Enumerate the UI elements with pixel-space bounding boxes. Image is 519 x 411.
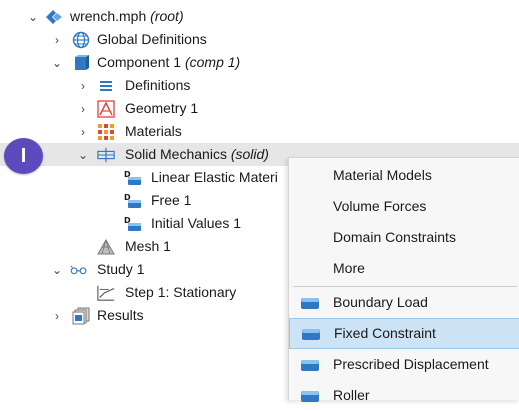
tree-label-step: Step 1: Stationary <box>125 284 237 300</box>
tree-label-global-definitions: Global Definitions <box>97 31 207 47</box>
menu-item-label: Volume Forces <box>333 198 427 214</box>
menu-item-more[interactable]: More <box>289 253 519 284</box>
tree-node-component[interactable]: ⌄ Component 1 (comp 1) <box>0 51 519 74</box>
chevron-down-icon[interactable]: ⌄ <box>50 51 64 74</box>
menu-item-fixed-constraint[interactable]: Fixed Constraint <box>289 318 519 349</box>
boundary-condition-icon <box>301 359 319 371</box>
menu-item-volume-forces[interactable]: Volume Forces <box>289 191 519 222</box>
tree-label-materials: Materials <box>125 123 182 139</box>
menu-item-label: Fixed Constraint <box>334 325 436 341</box>
menu-item-material-models[interactable]: Material Models <box>289 160 519 191</box>
tree-label-initial-values: Initial Values 1 <box>151 215 242 231</box>
chevron-down-icon[interactable]: ⌄ <box>26 5 40 28</box>
tree-node-global-definitions[interactable]: › Global Definitions <box>0 28 519 51</box>
menu-item-prescribed-displacement[interactable]: Prescribed Displacement <box>289 349 519 380</box>
geometry-icon <box>97 99 115 118</box>
boundary-condition-icon <box>301 297 319 309</box>
chevron-right-icon[interactable]: › <box>76 97 90 120</box>
tree-label-geometry: Geometry 1 <box>125 100 199 116</box>
tree-node-definitions[interactable]: › Definitions <box>0 74 519 97</box>
menu-item-label: More <box>333 260 365 276</box>
chevron-down-icon[interactable]: ⌄ <box>50 258 64 281</box>
domain-feature-icon: D <box>124 215 142 233</box>
chevron-right-icon[interactable]: › <box>76 120 90 143</box>
chevron-right-icon[interactable]: › <box>76 74 90 97</box>
component-icon <box>72 54 90 72</box>
tree-node-materials[interactable]: › Materials <box>0 120 519 143</box>
boundary-condition-icon <box>301 390 319 402</box>
globe-icon <box>72 31 90 49</box>
tree-label-linear-elastic: Linear Elastic Materi <box>151 169 278 185</box>
tree-label-study: Study 1 <box>97 261 145 277</box>
comsol-logo-icon <box>45 8 63 26</box>
tree-label-free: Free 1 <box>151 192 192 208</box>
tree-label-root: wrench.mph (root) <box>70 8 184 24</box>
tree-label-solid-mechanics: Solid Mechanics (solid) <box>125 146 269 162</box>
results-icon <box>72 307 90 325</box>
menu-item-domain-constraints[interactable]: Domain Constraints <box>289 222 519 253</box>
chevron-right-icon[interactable]: › <box>50 304 64 327</box>
menu-item-label: Prescribed Displacement <box>333 356 489 372</box>
menu-item-label: Boundary Load <box>333 294 428 310</box>
menu-item-label: Domain Constraints <box>333 229 456 245</box>
domain-feature-icon: D <box>124 169 142 187</box>
definitions-icon <box>97 77 115 95</box>
materials-icon <box>97 123 115 141</box>
boundary-condition-icon <box>302 328 320 340</box>
stationary-step-icon <box>97 284 115 302</box>
tree-label-mesh: Mesh 1 <box>125 238 171 254</box>
chevron-down-icon[interactable]: ⌄ <box>76 143 90 166</box>
menu-item-boundary-load[interactable]: Boundary Load <box>289 287 519 318</box>
mesh-icon <box>97 238 115 256</box>
tree-label-definitions: Definitions <box>125 77 191 93</box>
solid-mechanics-icon <box>97 146 115 164</box>
context-menu: Material Models Volume Forces Domain Con… <box>288 157 519 403</box>
chevron-right-icon[interactable]: › <box>50 28 64 51</box>
study-icon <box>70 261 88 279</box>
domain-feature-icon: D <box>124 192 142 210</box>
menu-item-roller[interactable]: Roller <box>289 380 519 411</box>
step-badge: I <box>4 138 43 174</box>
menu-item-label: Roller <box>333 387 370 403</box>
tree-node-root[interactable]: ⌄ wrench.mph (root) <box>0 5 519 28</box>
tree-label-component: Component 1 (comp 1) <box>97 54 241 70</box>
tree-node-geometry[interactable]: › Geometry 1 <box>0 97 519 120</box>
menu-item-label: Material Models <box>333 167 432 183</box>
tree-label-results: Results <box>97 307 144 323</box>
